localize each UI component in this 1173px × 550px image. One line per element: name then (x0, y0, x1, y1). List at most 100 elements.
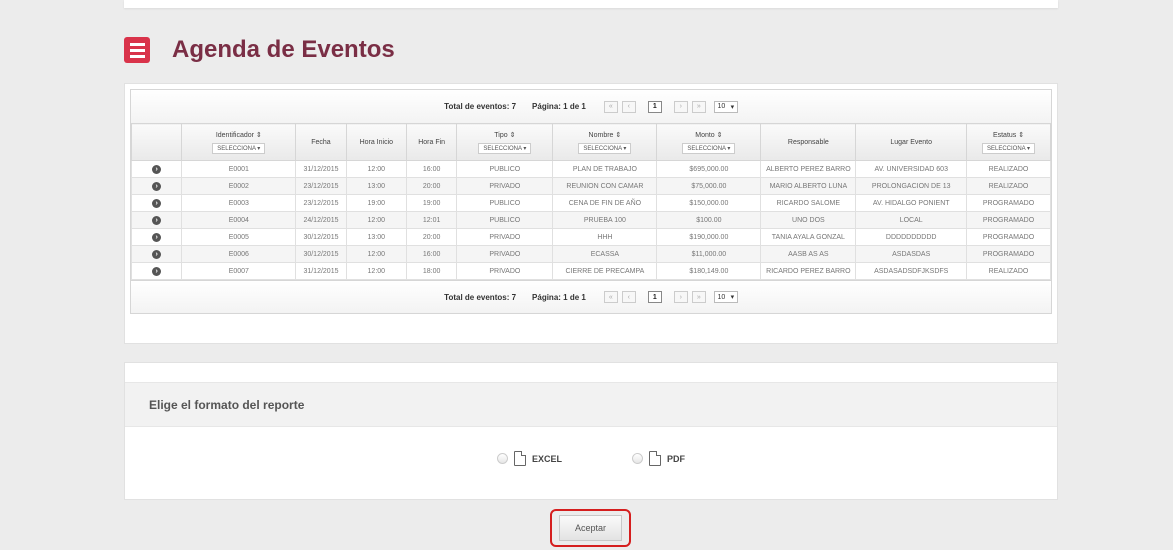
table-row[interactable]: › E0004 24/12/2015 12:00 12:01 PUBLICO PRUEBA … (130, 211, 1051, 229)
table-row[interactable]: › E0006 30/12/2015 12:00 16:00 PRIVADO ECASSA $… (130, 245, 1051, 263)
table-cell: 16:00 (405, 160, 458, 178)
row-expander-cell[interactable]: › (130, 228, 183, 246)
top-panel-edge (124, 0, 1058, 8)
table-cell: 30/12/2015 (295, 228, 347, 246)
next-page-button[interactable]: › (673, 291, 688, 303)
table-cell: 31/12/2015 (295, 262, 347, 280)
table-cell: 12:00 (345, 262, 407, 280)
table-cell: ECASSA (552, 245, 658, 263)
next-page-button[interactable]: › (673, 100, 688, 113)
pdf-option[interactable]: PDF (632, 451, 685, 466)
row-expand-icon[interactable]: › (152, 232, 162, 242)
column-header[interactable]: Hora Inicio (345, 123, 407, 161)
table-cell: PRIVADO (456, 245, 554, 263)
table-cell: 12:00 (345, 245, 407, 263)
table-row[interactable]: › E0001 31/12/2015 12:00 16:00 PUBLICO PLAN DE… (130, 160, 1051, 178)
row-expand-icon[interactable]: › (152, 198, 162, 208)
last-page-button[interactable]: » (691, 100, 706, 113)
table-cell: PUBLICO (456, 211, 554, 229)
row-expand-icon[interactable]: › (152, 181, 162, 191)
column-header[interactable]: Responsable (760, 123, 857, 161)
prev-page-button[interactable]: ‹ (621, 291, 636, 303)
column-header[interactable]: Monto ⇕ SELECCIONA ▾ (656, 123, 762, 161)
excel-option[interactable]: EXCEL (496, 451, 562, 466)
column-header-label: Estatus ⇕ (992, 131, 1025, 139)
row-expander-cell[interactable]: › (130, 211, 183, 229)
column-header[interactable]: Hora Fin (405, 123, 458, 161)
report-title: Elige el formato del reporte (149, 398, 305, 412)
excel-label: EXCEL (531, 453, 562, 464)
page-count-label: Página: 1 de 1 (532, 102, 586, 111)
table-cell: E0006 (181, 245, 297, 263)
row-expander-cell[interactable]: › (130, 177, 183, 195)
table-row[interactable]: › E0002 23/12/2015 13:00 20:00 PRIVADO REUNION… (130, 177, 1051, 195)
table-cell: 19:00 (405, 194, 458, 212)
table-cell: E0007 (181, 262, 297, 280)
column-header[interactable]: Nombre ⇕ SELECCIONA ▾ (552, 123, 658, 161)
column-header-label: Tipo ⇕ (494, 131, 516, 139)
column-header[interactable]: Tipo ⇕ SELECCIONA ▾ (456, 123, 554, 161)
page-title: Agenda de Eventos (172, 36, 395, 63)
row-expander-cell[interactable]: › (130, 160, 183, 178)
table-cell: $695,000.00 (656, 160, 762, 178)
first-page-button[interactable]: « (603, 100, 618, 113)
table-row[interactable]: › E0007 31/12/2015 12:00 18:00 PRIVADO CIERRE … (130, 262, 1051, 280)
total-events-label: Total de eventos: 7 (444, 292, 517, 302)
column-filter-select[interactable]: SELECCIONA ▾ (478, 142, 532, 154)
table-cell: 31/12/2015 (295, 160, 347, 178)
table-cell: PROGRAMADO (966, 194, 1051, 212)
rows-per-page-value: 10 (717, 103, 726, 110)
table-cell: PRUEBA 100 (552, 211, 658, 229)
column-header (130, 123, 183, 161)
rows-per-page-select[interactable]: 10 ▾ (713, 291, 738, 303)
column-header[interactable]: Fecha (295, 123, 347, 161)
column-header[interactable]: Estatus ⇕ SELECCIONA ▾ (966, 123, 1051, 161)
rows-per-page-select[interactable]: 10 ▾ (713, 100, 738, 113)
last-page-button[interactable]: » (691, 291, 706, 303)
accept-button[interactable]: Aceptar (559, 515, 622, 541)
column-header-label: Monto ⇕ (695, 131, 723, 139)
column-header[interactable]: Identificador ⇕ SELECCIONA ▾ (181, 123, 297, 161)
rows-per-page-value: 10 (717, 293, 726, 301)
pdf-radio[interactable] (632, 453, 643, 464)
table-cell: REUNION CON CAMAR (552, 177, 658, 195)
accept-button-highlight: Aceptar (550, 509, 631, 547)
first-page-button[interactable]: « (603, 291, 618, 303)
table-cell: PROGRAMADO (966, 245, 1051, 263)
chevron-down-icon: ▾ (730, 103, 735, 111)
column-header-label: Hora Inicio (359, 138, 394, 146)
column-filter-select[interactable]: SELECCIONA ▾ (578, 142, 632, 154)
table-row[interactable]: › E0005 30/12/2015 13:00 20:00 PRIVADO HHH $190… (130, 228, 1051, 246)
row-expander-cell[interactable]: › (130, 194, 183, 212)
row-expand-icon[interactable]: › (152, 164, 162, 174)
row-expand-icon[interactable]: › (152, 215, 162, 225)
table-cell: PROGRAMADO (966, 211, 1051, 229)
row-expander-cell[interactable]: › (130, 262, 183, 280)
table-cell: REALIZADO (966, 160, 1051, 178)
table-cell: 13:00 (345, 228, 407, 246)
table-row[interactable]: › E0003 23/12/2015 19:00 19:00 PUBLICO CENA DE… (130, 194, 1051, 212)
table-cell: E0004 (181, 211, 297, 229)
row-expander-cell[interactable]: › (130, 245, 183, 263)
column-filter-select[interactable]: SELECCIONA ▾ (982, 142, 1036, 154)
table-cell: 12:01 (405, 211, 458, 229)
page-scrollbar[interactable] (1165, 0, 1173, 550)
table-cell: 18:00 (405, 262, 458, 280)
prev-page-button[interactable]: ‹ (621, 100, 636, 113)
table-header-row: Identificador ⇕ SELECCIONA ▾ Fecha Hora Ini… (130, 123, 1051, 161)
column-header-label: Fecha (311, 138, 331, 146)
pdf-file-icon (649, 451, 661, 466)
page-number-button[interactable]: 1 (647, 291, 662, 303)
hamburger-icon[interactable] (124, 37, 150, 63)
row-expand-icon[interactable]: › (152, 266, 162, 276)
row-expand-icon[interactable]: › (152, 249, 162, 259)
column-filter-select[interactable]: SELECCIONA ▾ (212, 142, 266, 154)
column-header[interactable]: Lugar Evento (855, 123, 968, 161)
table-cell: 30/12/2015 (295, 245, 347, 263)
column-filter-select[interactable]: SELECCIONA ▾ (682, 142, 736, 154)
excel-radio[interactable] (496, 453, 508, 464)
chevron-down-icon: ▾ (730, 294, 735, 301)
events-table: Identificador ⇕ SELECCIONA ▾ Fecha Hora Ini… (130, 123, 1051, 280)
table-cell: PROGRAMADO (966, 228, 1051, 246)
page-number-button[interactable]: 1 (647, 100, 662, 113)
